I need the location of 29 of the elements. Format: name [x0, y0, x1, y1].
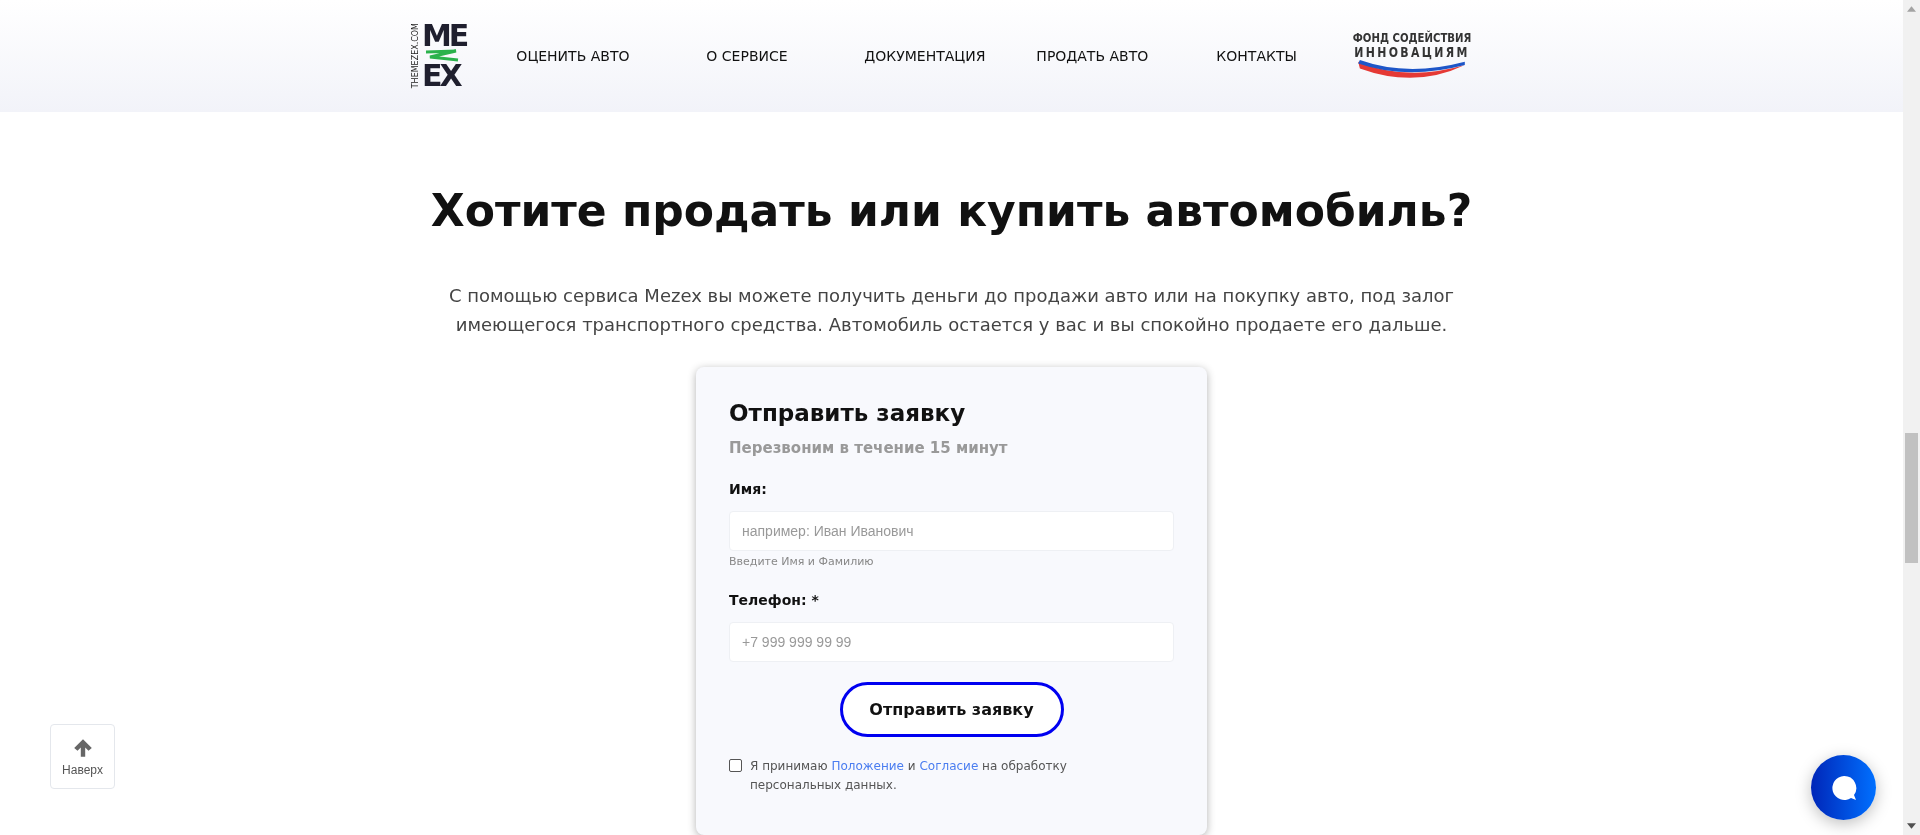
- logo-side-text: THEMEZEX.COM: [412, 23, 420, 89]
- regulation-link[interactable]: Положение: [831, 759, 904, 773]
- back-to-top-button[interactable]: Наверх: [50, 724, 115, 789]
- checkbox[interactable]: [729, 759, 742, 772]
- nav-link[interactable]: ДОКУМЕНТАЦИЯ: [864, 48, 1037, 64]
- nav-link[interactable]: КОНТАКТЫ: [1216, 48, 1337, 64]
- partner-logo-text: ФОНД СОДЕЙСТВИЯ: [1352, 30, 1472, 45]
- field-label: Имя:: [729, 481, 768, 497]
- logo-letters: ME: [422, 23, 467, 49]
- scroll-down-icon[interactable]: [1907, 823, 1916, 829]
- partner-logo-text: ИННОВАЦИЯМ: [1354, 45, 1470, 60]
- consent-text: Я принимаю Положение и Согласие на обработку персональных данных.: [750, 758, 1068, 794]
- form-title: Отправить заявку: [729, 400, 967, 426]
- scrollbar-thumb[interactable]: [1905, 433, 1918, 563]
- page-heading: Хотите продать или купить автомобиль?: [430, 185, 1473, 236]
- input-field[interactable]: например: Иван Иванович: [729, 511, 1174, 551]
- nav-link[interactable]: О СЕРВИСЕ: [706, 48, 865, 64]
- field-label: Телефон: *: [729, 592, 820, 608]
- form-subtitle: Перезвоним в течение 15 минут: [729, 439, 1009, 457]
- chat-button[interactable]: [1811, 755, 1876, 820]
- nav-link[interactable]: ПРОДАТЬ АВТО: [1036, 48, 1217, 64]
- nav-link[interactable]: ОЦЕНИТЬ АВТО: [516, 48, 707, 64]
- submit-button[interactable]: Отправить заявку: [839, 682, 1064, 737]
- field-hint: Введите Имя и Фамилию: [729, 555, 875, 568]
- consent-link[interactable]: Согласие: [919, 759, 979, 773]
- logo-letters: EX: [422, 63, 462, 89]
- input-field[interactable]: +7 999 999 99 99: [729, 622, 1174, 662]
- intro-paragraph: С помощью сервиса Mezex вы можете получить деньги до продажи авто или на покупку авто, под залог имеющегося транспортного средства. Автомобиль остается у вас и вы спокойно продаете его дальше.: [447, 284, 1456, 337]
- partner-logo[interactable]: ФОНД СОДЕЙСТВИЯ ИННОВАЦИЯМ: [1344, 30, 1480, 82]
